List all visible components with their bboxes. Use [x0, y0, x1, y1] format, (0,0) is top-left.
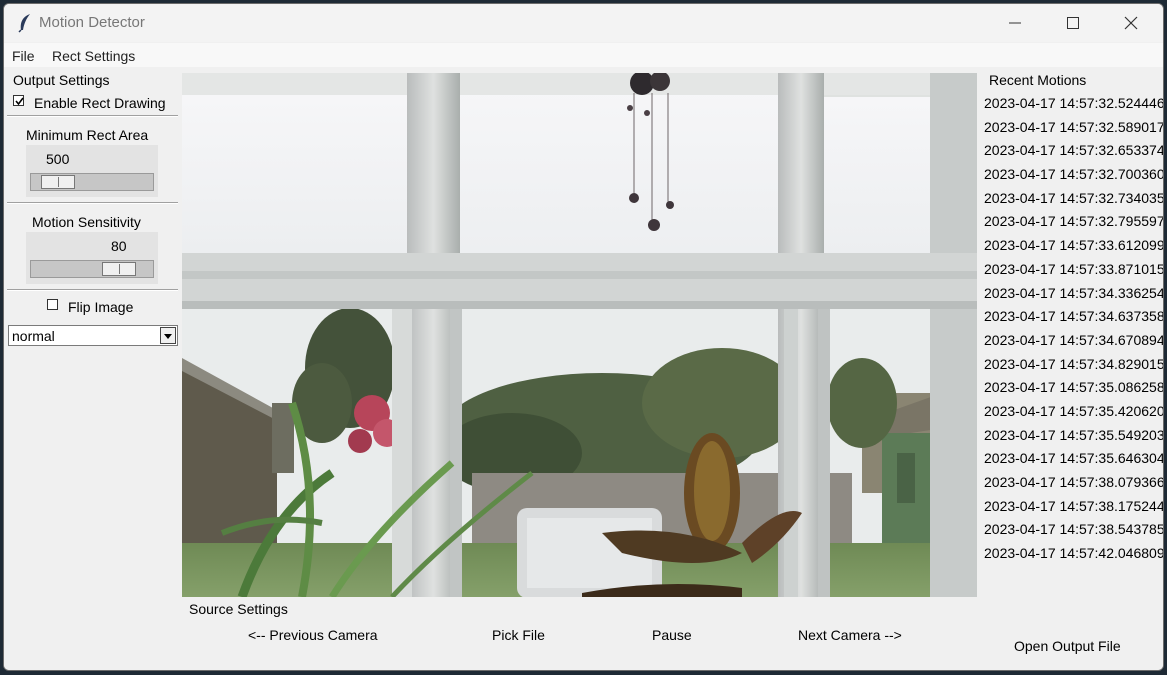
motion-sensitivity-trough[interactable]: [30, 260, 154, 278]
output-settings-panel: Output Settings Enable Rect Drawing Mini…: [4, 67, 180, 367]
divider: [7, 289, 178, 291]
motion-list-item[interactable]: 2023-04-17 14:57:34.637358: [979, 304, 1163, 328]
minimize-button[interactable]: [987, 4, 1045, 42]
camera-feed: [182, 73, 977, 597]
min-rect-area-value: 500: [46, 151, 70, 167]
camera-feed-image: [182, 73, 977, 597]
app-window: Motion Detector File Rect Settings Outpu…: [3, 3, 1164, 671]
motion-list-item[interactable]: 2023-04-17 14:57:32.700360: [979, 162, 1163, 186]
motion-sensitivity-scale: 80: [26, 232, 158, 284]
motion-sensitivity-label: Motion Sensitivity: [32, 214, 141, 230]
motion-list-item[interactable]: 2023-04-17 14:57:34.336254: [979, 281, 1163, 305]
minimize-icon: [1009, 22, 1021, 24]
maximize-icon: [1067, 17, 1079, 29]
window-title: Motion Detector: [39, 14, 145, 31]
min-rect-area-trough[interactable]: [30, 173, 154, 191]
open-output-file-button[interactable]: Open Output File: [1014, 638, 1121, 654]
source-settings-label: Source Settings: [189, 601, 288, 617]
divider: [7, 115, 178, 117]
motion-list-item[interactable]: 2023-04-17 14:57:35.646304: [979, 446, 1163, 470]
client-area: Output Settings Enable Rect Drawing Mini…: [4, 67, 1163, 670]
output-settings-label: Output Settings: [13, 72, 110, 88]
motion-list-item[interactable]: 2023-04-17 14:57:32.589017: [979, 115, 1163, 139]
motion-list-item[interactable]: 2023-04-17 14:57:38.079366: [979, 470, 1163, 494]
flip-image-label[interactable]: Flip Image: [68, 299, 133, 315]
checkmark-icon: [15, 97, 24, 106]
mode-select-value: normal: [12, 328, 55, 344]
mode-select[interactable]: normal: [8, 325, 178, 346]
motion-list-item[interactable]: 2023-04-17 14:57:35.549203: [979, 423, 1163, 447]
title-bar[interactable]: Motion Detector: [4, 4, 1163, 42]
enable-rect-label[interactable]: Enable Rect Drawing: [34, 95, 166, 111]
motion-list-item[interactable]: 2023-04-17 14:57:34.829015: [979, 352, 1163, 376]
motion-list-item[interactable]: 2023-04-17 14:57:34.670894: [979, 328, 1163, 352]
feather-icon: [18, 14, 30, 33]
next-camera-button[interactable]: Next Camera -->: [798, 627, 902, 643]
recent-motions-title: Recent Motions: [989, 72, 1087, 88]
close-icon: [1124, 16, 1138, 30]
previous-camera-button[interactable]: <-- Previous Camera: [248, 627, 378, 643]
motion-list-item[interactable]: 2023-04-17 14:57:38.543785: [979, 517, 1163, 541]
pick-file-button[interactable]: Pick File: [492, 627, 545, 643]
min-rect-area-label: Minimum Rect Area: [26, 127, 149, 143]
divider: [7, 202, 178, 204]
motion-list-item[interactable]: 2023-04-17 14:57:32.653374: [979, 138, 1163, 162]
motion-list-item[interactable]: 2023-04-17 14:57:33.871015: [979, 257, 1163, 281]
menu-rect-settings[interactable]: Rect Settings: [52, 48, 135, 64]
motion-list-item[interactable]: 2023-04-17 14:57:38.175244: [979, 494, 1163, 518]
motion-list-item[interactable]: 2023-04-17 14:57:32.734035: [979, 186, 1163, 210]
motion-list-item[interactable]: 2023-04-17 14:57:33.612099: [979, 233, 1163, 257]
motion-list-item[interactable]: 2023-04-17 14:57:35.420620: [979, 399, 1163, 423]
min-rect-area-slider-thumb[interactable]: [41, 175, 75, 189]
pause-button[interactable]: Pause: [652, 627, 692, 643]
mode-select-dropdown-button[interactable]: [160, 327, 176, 344]
close-button[interactable]: [1103, 4, 1161, 42]
motion-list-item[interactable]: 2023-04-17 14:57:32.524446: [979, 91, 1163, 115]
chevron-down-icon: [164, 334, 172, 339]
motion-list-item[interactable]: 2023-04-17 14:57:32.795597: [979, 209, 1163, 233]
motion-sensitivity-value: 80: [111, 238, 127, 254]
recent-motions-list[interactable]: 2023-04-17 14:57:32.524446 2023-04-17 14:…: [979, 91, 1163, 565]
recent-motions-panel: Recent Motions 2023-04-17 14:57:32.52444…: [979, 67, 1163, 567]
enable-rect-checkbox[interactable]: [13, 95, 24, 106]
motion-list-item[interactable]: 2023-04-17 14:57:42.046809: [979, 541, 1163, 565]
menu-file[interactable]: File: [12, 48, 35, 64]
motion-sensitivity-slider-thumb[interactable]: [102, 262, 136, 276]
min-rect-area-scale: 500: [26, 145, 158, 197]
motion-list-item[interactable]: 2023-04-17 14:57:35.086258: [979, 375, 1163, 399]
maximize-button[interactable]: [1045, 4, 1103, 42]
menu-bar: File Rect Settings: [4, 43, 1163, 67]
flip-image-checkbox[interactable]: [47, 299, 58, 310]
